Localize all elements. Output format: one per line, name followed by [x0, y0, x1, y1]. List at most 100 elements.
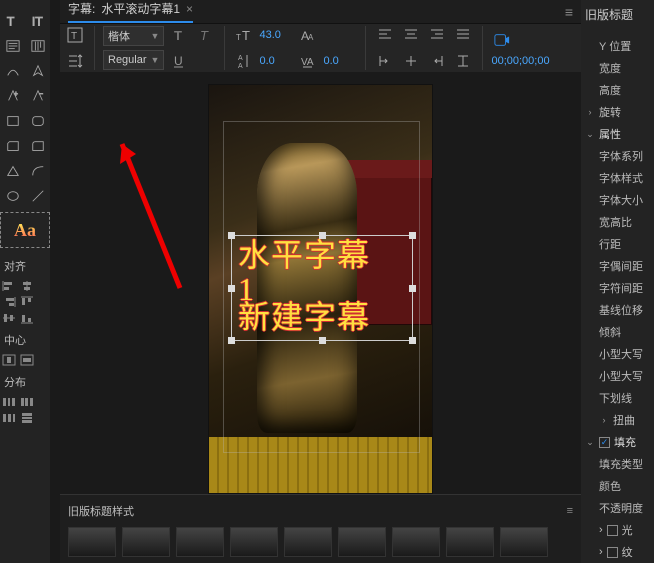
prop-fill-type[interactable]: 填充类型 [585, 453, 650, 475]
style-thumb[interactable] [338, 527, 386, 557]
style-thumb[interactable] [500, 527, 548, 557]
distribute-2-icon[interactable] [19, 395, 35, 409]
show-video-button[interactable] [491, 29, 513, 51]
align-top-icon[interactable] [19, 295, 35, 309]
style-preview[interactable]: Aa [0, 212, 50, 248]
align-right-para-icon[interactable] [426, 24, 448, 46]
style-thumb[interactable] [284, 527, 332, 557]
area-text-vertical-tool[interactable] [25, 33, 50, 58]
align-left-icon[interactable] [1, 279, 17, 293]
prop-rotate[interactable]: 旋转 [599, 104, 621, 120]
align-bottom-icon[interactable] [19, 311, 35, 325]
tab-stop-4-icon[interactable] [452, 50, 474, 72]
prop-font-family[interactable]: 字体系列 [585, 145, 650, 167]
prop-width[interactable]: 宽度 [585, 57, 650, 79]
bold-button[interactable]: T [168, 24, 190, 46]
rounded-rect-tool[interactable] [25, 108, 50, 133]
line-spacing-icon[interactable] [64, 50, 86, 72]
line-tool[interactable] [25, 183, 50, 208]
prop-fill[interactable]: 填充 [614, 434, 636, 450]
center-horizontal-icon[interactable] [19, 353, 35, 367]
prop-font-style[interactable]: 字体样式 [585, 167, 650, 189]
font-weight-select[interactable]: Regular▼ [103, 50, 164, 70]
style-thumb[interactable] [230, 527, 278, 557]
clipped-rect-tool[interactable] [0, 133, 25, 158]
text-horizontal-tool[interactable]: T [0, 8, 25, 33]
tab-stop-3-icon[interactable] [426, 50, 448, 72]
font-family-select[interactable]: 楷体▼ [103, 26, 164, 46]
small-caps-icon[interactable]: AA [297, 24, 319, 46]
tab-stop-1-icon[interactable] [374, 50, 396, 72]
twirl-icon[interactable]: › [599, 415, 609, 425]
delete-anchor-tool[interactable]: − [25, 83, 50, 108]
prop-opacity[interactable]: 不透明度 [585, 497, 650, 519]
pen-tool[interactable] [25, 58, 50, 83]
add-anchor-tool[interactable]: + [0, 83, 25, 108]
tab-close-button[interactable]: × [186, 2, 193, 16]
prop-attributes[interactable]: 属性 [599, 126, 621, 142]
style-thumb[interactable] [68, 527, 116, 557]
leading-value[interactable]: 0.0 [259, 55, 293, 67]
style-thumb[interactable] [176, 527, 224, 557]
title-canvas[interactable]: 水平字幕 1 新建字幕 [208, 84, 433, 494]
distribute-1-icon[interactable] [1, 395, 17, 409]
align-right-icon[interactable] [1, 295, 17, 309]
center-vertical-icon[interactable] [1, 353, 17, 367]
properties-panel-title[interactable]: 旧版标题 [585, 6, 650, 23]
texture-checkbox[interactable] [607, 547, 618, 558]
prop-small-caps-1[interactable]: 小型大写 [585, 343, 650, 365]
rounded-corner-tool[interactable] [25, 133, 50, 158]
path-text-tool[interactable] [0, 58, 25, 83]
underline-button[interactable]: U [168, 50, 190, 72]
arc-tool[interactable] [25, 158, 50, 183]
caption-line-1[interactable]: 水平字幕 [238, 238, 370, 273]
prop-font-size[interactable]: 字体大小 [585, 189, 650, 211]
tab-menu-button[interactable]: ≡ [565, 4, 573, 20]
prop-sheen[interactable]: 光 [622, 522, 633, 538]
prop-tracking[interactable]: 字符间距 [585, 277, 650, 299]
align-justify-icon[interactable] [452, 24, 474, 46]
wedge-tool[interactable] [0, 158, 25, 183]
prop-height[interactable]: 高度 [585, 79, 650, 101]
distribute-4-icon[interactable] [19, 411, 35, 425]
prop-pair-kern[interactable]: 字偶间距 [585, 255, 650, 277]
twirl-icon[interactable]: › [585, 107, 595, 117]
timecode-value[interactable]: 00;00;00;00 [491, 55, 549, 67]
style-thumb[interactable] [446, 527, 494, 557]
style-thumb[interactable] [122, 527, 170, 557]
styles-panel-menu-button[interactable]: ≡ [567, 505, 573, 517]
prop-distort[interactable]: 扭曲 [613, 412, 635, 428]
tab-stop-2-icon[interactable] [400, 50, 422, 72]
ellipse-tool[interactable] [0, 183, 25, 208]
prop-aspect[interactable]: 宽高比 [585, 211, 650, 233]
font-size-value[interactable]: 43.0 [259, 29, 293, 41]
prop-leading[interactable]: 行距 [585, 233, 650, 255]
distribute-3-icon[interactable] [1, 411, 17, 425]
prop-color[interactable]: 颜色 [585, 475, 650, 497]
align-center-para-icon[interactable] [400, 24, 422, 46]
tab-subtitle[interactable]: 字幕: 水平滚动字幕1 × [68, 0, 193, 23]
prop-underline[interactable]: 下划线 [585, 387, 650, 409]
template-tool-icon[interactable]: T [64, 24, 86, 46]
twirl-icon[interactable]: › [599, 546, 603, 558]
align-vcenter-icon[interactable] [1, 311, 17, 325]
kerning-value[interactable]: 0.0 [323, 55, 357, 67]
prop-slant[interactable]: 倾斜 [585, 321, 650, 343]
text-vertical-tool[interactable]: IT [25, 8, 50, 33]
prop-baseline[interactable]: 基线位移 [585, 299, 650, 321]
rectangle-tool[interactable] [0, 108, 25, 133]
twirl-icon[interactable]: ⌄ [585, 437, 595, 448]
align-left-para-icon[interactable] [374, 24, 396, 46]
area-text-horizontal-tool[interactable] [0, 33, 25, 58]
prop-ypos[interactable]: Y 位置 [585, 35, 650, 57]
caption-line-3[interactable]: 新建字幕 [238, 300, 370, 335]
text-frame[interactable]: 水平字幕 1 新建字幕 [231, 235, 413, 341]
prop-texture[interactable]: 纹 [622, 544, 633, 560]
twirl-icon[interactable]: › [599, 524, 603, 536]
prop-small-caps-2[interactable]: 小型大写 [585, 365, 650, 387]
style-thumb[interactable] [392, 527, 440, 557]
align-hcenter-icon[interactable] [19, 279, 35, 293]
italic-button[interactable]: T [194, 24, 216, 46]
twirl-icon[interactable]: ⌄ [585, 129, 595, 140]
sheen-checkbox[interactable] [607, 525, 618, 536]
